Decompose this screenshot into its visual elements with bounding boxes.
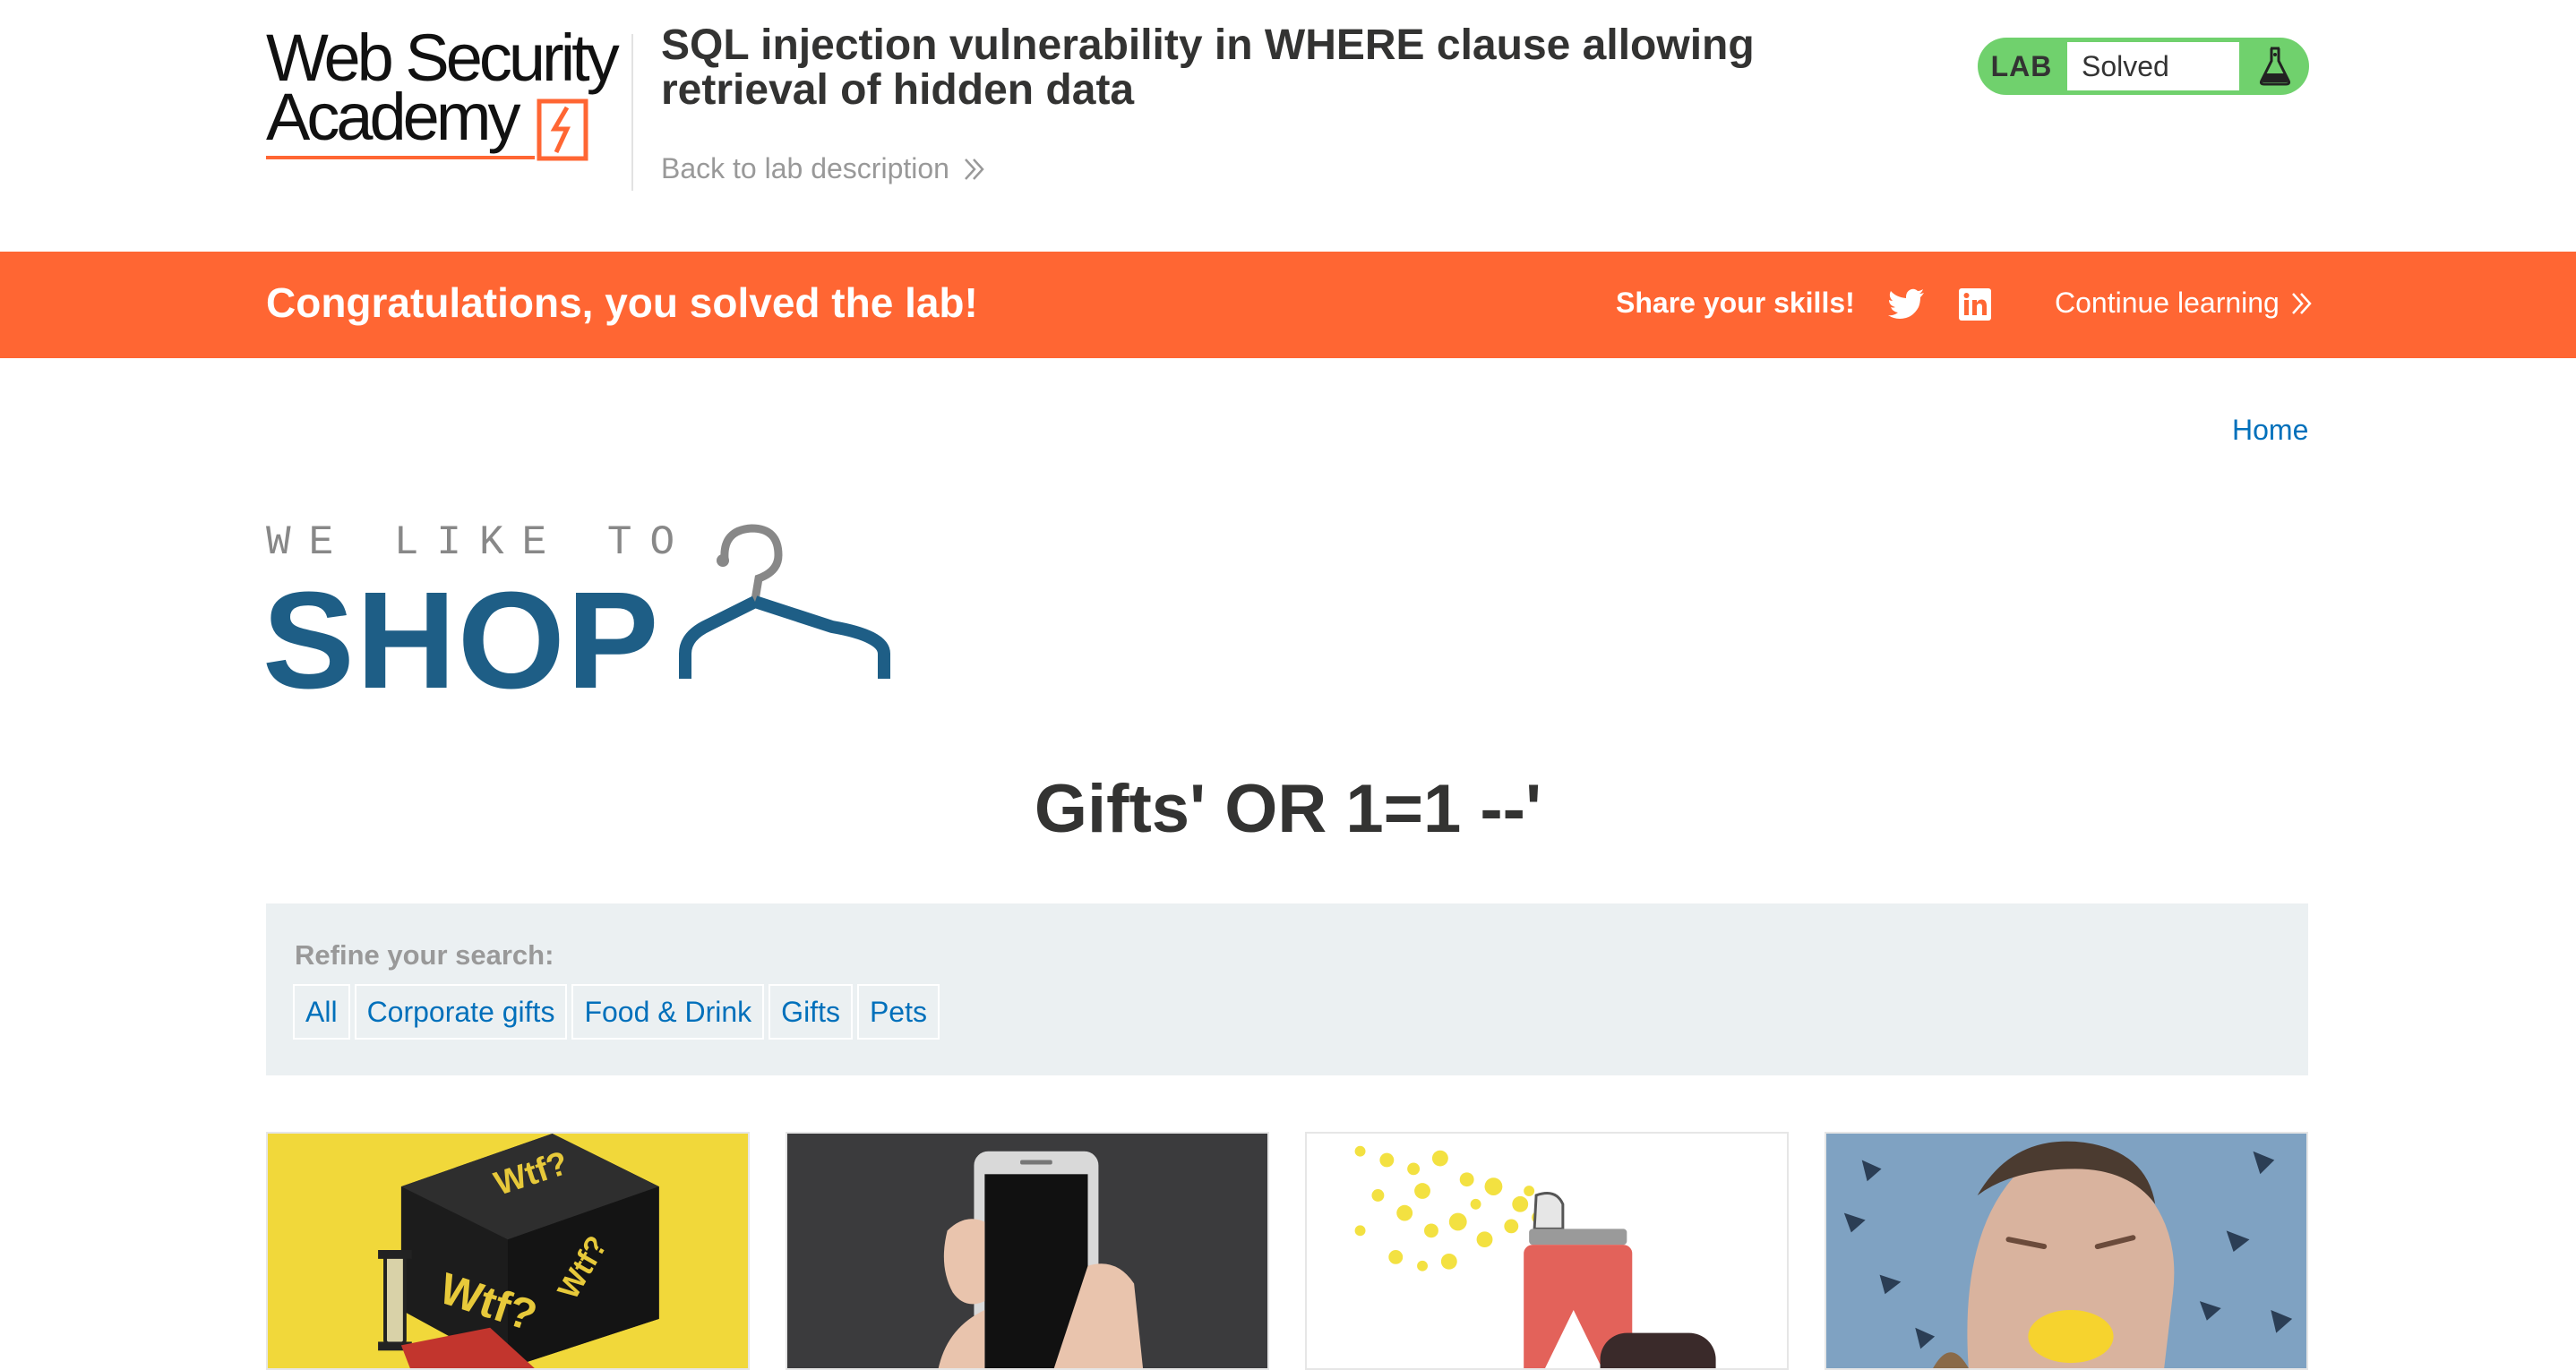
flask-icon xyxy=(2241,38,2309,95)
lab-header: Web Security Academy SQL injection vulne… xyxy=(0,0,2576,252)
header-divider xyxy=(631,34,633,191)
product-card[interactable]: Wtf? Wtf? Wtf? xyxy=(266,1132,750,1370)
web-security-academy-logo[interactable]: Web Security Academy xyxy=(266,25,633,163)
shop-logo: WE LIKE TO SHOP xyxy=(262,519,902,709)
shop-brand: SHOP xyxy=(262,563,661,717)
search-filters: Refine your search: All Corporate gifts … xyxy=(266,903,2308,1075)
back-to-lab-description-link[interactable]: Back to lab description xyxy=(661,152,987,185)
double-chevron-right-icon xyxy=(2291,292,2312,314)
filter-food-and-drink[interactable]: Food & Drink xyxy=(571,984,765,1040)
product-grid: Wtf? Wtf? Wtf? xyxy=(266,1132,2308,1370)
filter-gifts[interactable]: Gifts xyxy=(769,984,853,1040)
lab-status-label: LAB xyxy=(1990,49,2053,82)
filter-corporate-gifts[interactable]: Corporate gifts xyxy=(354,984,568,1040)
continue-learning-label: Continue learning xyxy=(2055,287,2280,319)
lab-status-widget: LAB Solved xyxy=(1978,38,2309,95)
spray-can-image xyxy=(1307,1134,1787,1368)
lab-status-value: Solved xyxy=(2065,40,2241,92)
hanger-icon xyxy=(679,524,890,679)
category-title: Gifts' OR 1=1 --' xyxy=(1034,771,1542,847)
product-card[interactable] xyxy=(1825,1132,2308,1370)
board-game-image: Wtf? Wtf? Wtf? xyxy=(268,1134,748,1368)
share-skills-label: Share your skills! xyxy=(1616,287,1855,319)
double-chevron-right-icon xyxy=(965,158,984,180)
logo-underline xyxy=(266,156,535,159)
filter-pets[interactable]: Pets xyxy=(856,984,940,1040)
lab-title: SQL injection vulnerability in WHERE cla… xyxy=(661,21,1755,114)
solved-message: Congratulations, you solved the lab! xyxy=(266,279,978,326)
twitter-icon[interactable] xyxy=(1888,287,1924,321)
back-link-label: Back to lab description xyxy=(661,152,949,184)
product-card[interactable] xyxy=(1305,1132,1789,1370)
linkedin-icon[interactable] xyxy=(1958,287,1992,321)
shop-tagline: WE LIKE TO xyxy=(266,519,693,566)
phone-image xyxy=(787,1134,1267,1368)
lemon-face-image xyxy=(1826,1134,2306,1368)
filter-list: All Corporate gifts Food & Drink Gifts P… xyxy=(293,984,940,1040)
continue-learning-link[interactable]: Continue learning xyxy=(2055,287,2314,320)
filter-all[interactable]: All xyxy=(293,984,350,1040)
product-card[interactable] xyxy=(786,1132,1269,1370)
logo-lightning-icon xyxy=(537,98,588,161)
lab-solved-banner: Congratulations, you solved the lab! Sha… xyxy=(0,252,2576,358)
refine-search-label: Refine your search: xyxy=(295,939,554,971)
home-link[interactable]: Home xyxy=(2232,414,2308,447)
